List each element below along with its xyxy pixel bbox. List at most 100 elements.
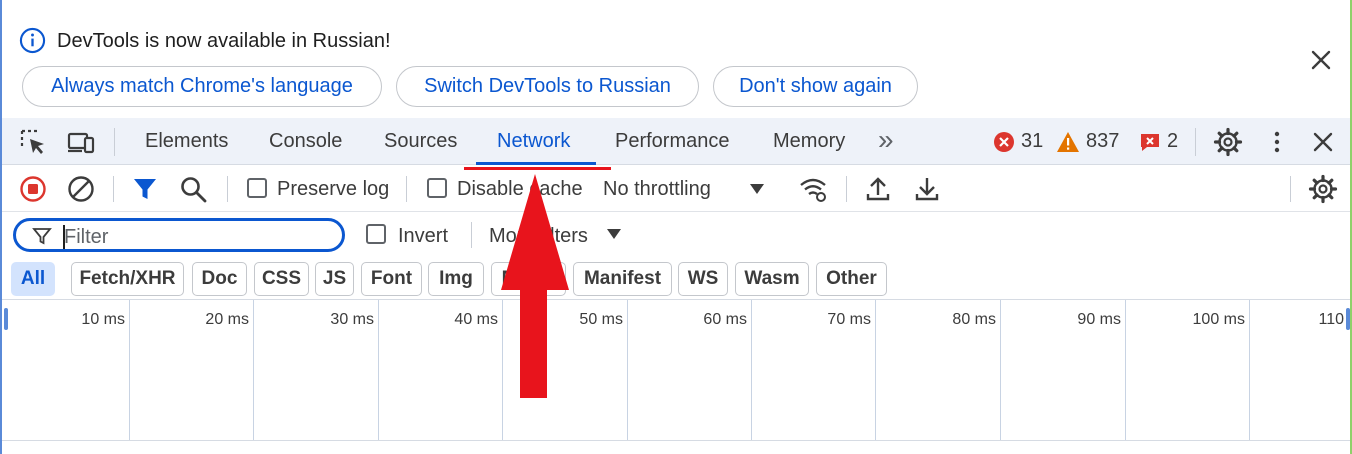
clear-log-icon[interactable] xyxy=(66,174,96,204)
throttling-select[interactable]: No throttling xyxy=(603,178,711,201)
annotation-underline xyxy=(464,167,611,170)
timeline-gridline xyxy=(875,300,876,440)
timeline-gridline xyxy=(1000,300,1001,440)
timeline-tick-label: 10 ms xyxy=(81,311,125,328)
timeline-tick-label: 40 ms xyxy=(454,311,498,328)
timeline-bottom-border xyxy=(2,440,1350,441)
network-settings-gear-icon[interactable] xyxy=(1308,174,1338,204)
active-tab-indicator xyxy=(476,162,596,165)
errors-counter[interactable]: 31 xyxy=(993,130,1043,153)
resource-type-filters: All Fetch/XHR Doc CSS JS Font Img Media … xyxy=(2,259,1350,300)
toolbar-separator xyxy=(1290,176,1291,202)
type-filter-font[interactable]: Font xyxy=(361,262,422,296)
network-overview-timeline[interactable]: 10 ms 20 ms 30 ms 40 ms 50 ms 60 ms 70 m… xyxy=(2,300,1350,454)
filter-box[interactable] xyxy=(13,218,345,252)
type-filter-media[interactable]: Media xyxy=(491,262,566,296)
infobar-message: DevTools is now available in Russian! xyxy=(57,30,391,52)
more-filters-dropdown[interactable]: More filters xyxy=(489,225,588,248)
type-filter-css[interactable]: CSS xyxy=(254,262,309,296)
type-filter-doc[interactable]: Doc xyxy=(192,262,247,296)
tab-memory[interactable]: Memory xyxy=(773,130,845,153)
more-filters-chevron-icon[interactable] xyxy=(606,228,622,241)
toolbar-separator xyxy=(846,176,847,202)
type-filter-wasm[interactable]: Wasm xyxy=(735,262,809,296)
network-conditions-icon[interactable] xyxy=(798,174,828,204)
text-caret xyxy=(63,225,65,249)
timeline-tick-label: 100 ms xyxy=(1192,311,1245,328)
timeline-tick-label: 30 ms xyxy=(330,311,374,328)
toolbar-separator xyxy=(406,176,407,202)
filter-input[interactable] xyxy=(64,225,324,249)
network-toolbar: Preserve log Disable cache No throttling xyxy=(2,166,1350,212)
invert-label: Invert xyxy=(398,225,449,247)
preserve-log-checkbox[interactable] xyxy=(247,178,267,198)
always-match-language-button[interactable]: Always match Chrome's language xyxy=(22,66,382,107)
timeline-gridline xyxy=(627,300,628,440)
dont-show-again-button[interactable]: Don't show again xyxy=(713,66,918,107)
timeline-tick-label: 80 ms xyxy=(952,311,996,328)
timeline-tick-label: 70 ms xyxy=(827,311,871,328)
toolbar-separator xyxy=(113,176,114,202)
timeline-tick-label: 50 ms xyxy=(579,311,623,328)
toolbar-separator xyxy=(227,176,228,202)
timeline-tick-label: 60 ms xyxy=(703,311,747,328)
close-infobar-icon[interactable] xyxy=(1306,45,1336,75)
inspect-element-icon[interactable] xyxy=(18,127,48,157)
import-har-icon[interactable] xyxy=(863,174,893,204)
language-infobar: DevTools is now available in Russian! Al… xyxy=(2,0,1350,118)
search-icon[interactable] xyxy=(178,174,208,204)
tab-sources[interactable]: Sources xyxy=(384,130,457,153)
warnings-count: 837 xyxy=(1086,130,1120,152)
settings-gear-icon[interactable] xyxy=(1213,127,1243,157)
type-filter-all[interactable]: All xyxy=(11,262,55,296)
close-devtools-icon[interactable] xyxy=(1308,127,1338,157)
type-filter-ws[interactable]: WS xyxy=(678,262,728,296)
throttling-dropdown-icon[interactable] xyxy=(748,182,766,196)
type-filter-js[interactable]: JS xyxy=(315,262,354,296)
invert-checkbox[interactable] xyxy=(366,224,386,244)
type-filter-fetch-xhr[interactable]: Fetch/XHR xyxy=(71,262,184,296)
tab-separator xyxy=(1195,128,1196,156)
more-tabs-chevron-icon[interactable]: » xyxy=(878,124,894,156)
disable-cache-label: Disable cache xyxy=(457,178,583,200)
timeline-gridline xyxy=(129,300,130,440)
type-filter-img[interactable]: Img xyxy=(428,262,484,296)
issues-count: 2 xyxy=(1167,130,1179,152)
type-filter-manifest[interactable]: Manifest xyxy=(573,262,672,296)
warning-icon xyxy=(1057,131,1079,152)
tab-elements[interactable]: Elements xyxy=(145,130,228,153)
tab-network[interactable]: Network xyxy=(497,130,570,153)
switch-to-russian-button[interactable]: Switch DevTools to Russian xyxy=(396,66,699,107)
preserve-log-label: Preserve log xyxy=(277,178,390,200)
timeline-gridline xyxy=(1125,300,1126,440)
timeline-gridline xyxy=(502,300,503,440)
export-har-icon[interactable] xyxy=(912,174,942,204)
filter-separator xyxy=(471,222,472,248)
panel-tab-bar: Elements Console Sources Network Perform… xyxy=(2,118,1350,165)
timeline-gridline xyxy=(378,300,379,440)
timeline-left-handle[interactable] xyxy=(4,308,8,330)
tab-console[interactable]: Console xyxy=(269,130,342,153)
timeline-tick-label: 90 ms xyxy=(1077,311,1121,328)
filter-row: Invert More filters xyxy=(2,212,1350,259)
filter-input-funnel-icon xyxy=(32,228,52,245)
timeline-tick-label: 20 ms xyxy=(205,311,249,328)
filter-funnel-icon[interactable] xyxy=(130,174,160,204)
devtools-window: DevTools is now available in Russian! Al… xyxy=(0,0,1352,454)
timeline-gridline xyxy=(751,300,752,440)
device-toolbar-icon[interactable] xyxy=(66,127,96,157)
warnings-counter[interactable]: 837 xyxy=(1056,130,1119,153)
timeline-gridline xyxy=(253,300,254,440)
timeline-tick-label: 110 xyxy=(1318,311,1344,328)
timeline-gridline xyxy=(1249,300,1250,440)
record-stop-icon[interactable] xyxy=(18,174,48,204)
disable-cache-checkbox[interactable] xyxy=(427,178,447,198)
type-filter-other[interactable]: Other xyxy=(816,262,887,296)
more-options-icon[interactable] xyxy=(1262,127,1292,157)
timeline-right-handle[interactable] xyxy=(1346,308,1350,330)
tab-performance[interactable]: Performance xyxy=(615,130,730,153)
info-icon xyxy=(19,27,46,54)
errors-count: 31 xyxy=(1021,130,1044,152)
issues-counter[interactable]: 2 xyxy=(1139,130,1178,153)
tab-separator xyxy=(114,128,115,156)
